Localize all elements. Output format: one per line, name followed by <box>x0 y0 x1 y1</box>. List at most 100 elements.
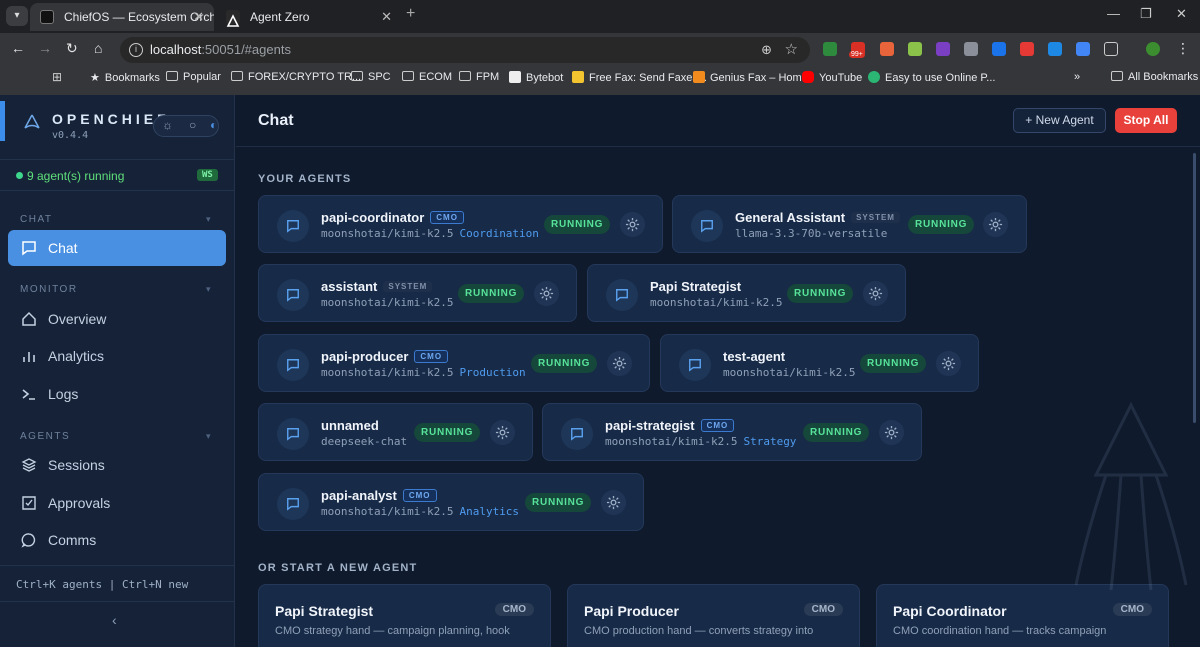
bookmark-bytebot[interactable]: Bytebot <box>509 71 563 84</box>
bookmark-popular[interactable]: Popular <box>166 71 221 83</box>
grid-icon[interactable]: ⊞ <box>52 70 62 84</box>
agent-model: moonshotai/kimi-k2.5 <box>321 505 454 518</box>
tab-agent-zero[interactable]: Agent Zero ✕ <box>216 3 402 31</box>
chat-icon <box>691 210 723 242</box>
agent-name: test-agent <box>723 349 786 364</box>
agent-role: Coordination <box>459 227 539 240</box>
moon-icon[interactable]: ◐ <box>210 118 217 132</box>
minimize-icon[interactable]: — <box>1107 6 1120 21</box>
agent-card[interactable]: papi-producer CMO moonshotai/kimi-k2.5 Pro… <box>258 334 650 392</box>
back-icon[interactable]: ← <box>11 40 25 56</box>
close-tab-icon[interactable]: ✕ <box>381 3 392 31</box>
gear-icon[interactable] <box>879 420 904 445</box>
ws-badge: WS <box>197 169 218 181</box>
gear-icon[interactable] <box>490 420 515 445</box>
agent-card[interactable]: assistant SYSTEM moonshotai/kimi-k2.5 RUN… <box>258 264 577 322</box>
gear-icon[interactable] <box>863 281 888 306</box>
android-extension-icon[interactable] <box>908 42 922 56</box>
theme-toggle[interactable]: ☼ ○ ◐ <box>153 115 219 137</box>
agent-model: moonshotai/kimi-k2.5 <box>321 366 454 379</box>
chevron-down-icon[interactable]: ▾ <box>206 214 211 225</box>
sidebar-item-chat[interactable]: Chat <box>8 230 226 266</box>
your-agents-heading: YOUR AGENTS <box>258 173 352 185</box>
agent-card[interactable]: unnamed deepseek-chat RUNNING <box>258 403 533 461</box>
bookmark-online-pdf[interactable]: Easy to use Online P... <box>868 71 995 84</box>
stop-all-button[interactable]: Stop All <box>1115 108 1177 133</box>
collapse-sidebar-icon[interactable]: ‹ <box>112 612 117 628</box>
agent-card[interactable]: test-agent moonshotai/kimi-k2.5 RUNNING <box>660 334 979 392</box>
bookmark-geniusfax[interactable]: Genius Fax – Home <box>693 71 808 84</box>
folder-icon <box>166 71 178 81</box>
chart-extension-icon[interactable] <box>1048 42 1062 56</box>
maximize-icon[interactable]: ❐ <box>1140 6 1152 22</box>
agent-model-row: moonshotai/kimi-k2.5 <box>650 296 782 309</box>
agent-tag-badge: CMO <box>402 489 437 502</box>
mail-badge: 99+ <box>849 51 865 58</box>
chevron-down-icon[interactable]: ▾ <box>206 431 211 442</box>
tab-title: ChiefOS — Ecosystem Orchestr <box>64 10 214 24</box>
sidebar-item-comms[interactable]: Comms <box>8 522 226 558</box>
sidebar-item-analytics[interactable]: Analytics <box>8 338 226 374</box>
phone-extension-icon[interactable] <box>823 42 837 56</box>
sidebar-item-logs[interactable]: Logs <box>8 376 226 412</box>
gear-icon[interactable] <box>607 351 632 376</box>
c-extension-icon[interactable] <box>1020 42 1034 56</box>
bookmark-forex[interactable]: FOREX/CRYPTO TR... <box>231 71 361 83</box>
agent-model: moonshotai/kimi-k2.5 <box>605 435 738 448</box>
sidebar-item-approvals[interactable]: Approvals <box>8 485 226 521</box>
new-tab-icon[interactable]: + <box>406 5 415 23</box>
bookmark-fpm[interactable]: FPM <box>459 71 499 83</box>
template-card[interactable]: Papi Producer CMO CMO production hand — … <box>567 584 860 647</box>
gear-icon[interactable] <box>620 212 645 237</box>
fox-extension-icon[interactable] <box>880 42 894 56</box>
tab-search-button[interactable]: ▾ <box>6 6 28 26</box>
folder-icon <box>402 71 414 81</box>
gear-icon[interactable] <box>601 490 626 515</box>
zoom-icon[interactable]: ⊕ <box>761 37 772 63</box>
address-bar[interactable]: i localhost:50051/#agents ⊕ ☆ <box>120 37 810 63</box>
agent-card[interactable]: General Assistant SYSTEM llama-3.3-70b-ve… <box>672 195 1027 253</box>
status-badge: RUNNING <box>787 284 854 303</box>
bookmark-all[interactable]: All Bookmarks <box>1111 71 1198 83</box>
fax-icon <box>572 71 584 83</box>
agent-card[interactable]: papi-strategist CMO moonshotai/kimi-k2.5 S… <box>542 403 922 461</box>
chevron-down-icon[interactable]: ▾ <box>206 284 211 295</box>
gear-icon[interactable] <box>534 281 559 306</box>
wave-extension-icon[interactable] <box>936 42 950 56</box>
bookmark-ecom[interactable]: ECOM <box>402 71 452 83</box>
gear-icon[interactable] <box>936 351 961 376</box>
site-info-icon[interactable]: i <box>129 43 143 57</box>
extensions-puzzle-icon[interactable] <box>1104 42 1118 56</box>
bookmark-star-icon[interactable]: ☆ <box>785 37 798 63</box>
circle-icon[interactable]: ○ <box>189 118 196 132</box>
agent-card[interactable]: Papi Strategist moonshotai/kimi-k2.5 RUN… <box>587 264 906 322</box>
reload-icon[interactable]: ↻ <box>66 40 78 57</box>
agent-model-row: llama-3.3-70b-versatile <box>735 227 887 240</box>
sidebar-item-overview[interactable]: Overview <box>8 301 226 337</box>
home-icon[interactable]: ⌂ <box>94 40 102 56</box>
window-close-icon[interactable]: ✕ <box>1176 6 1187 22</box>
template-card[interactable]: Papi Strategist CMO CMO strategy hand — … <box>258 584 551 647</box>
bookmark-youtube[interactable]: YouTube <box>802 71 862 84</box>
bookmark-freefax[interactable]: Free Fax: Send Faxes... <box>572 71 707 84</box>
gear-icon[interactable] <box>983 212 1008 237</box>
folder-icon <box>231 71 243 81</box>
new-agent-button[interactable]: + New Agent <box>1013 108 1106 133</box>
tools-extension-icon[interactable] <box>964 42 978 56</box>
profile-avatar[interactable] <box>1146 42 1160 56</box>
bookmark-spc[interactable]: SPC <box>351 71 391 83</box>
agent-card[interactable]: papi-coordinator CMO moonshotai/kimi-k2.5… <box>258 195 663 253</box>
sidebar-item-sessions[interactable]: Sessions <box>8 447 226 483</box>
close-tab-icon[interactable]: ✕ <box>193 3 204 31</box>
pen-extension-icon[interactable] <box>1076 42 1090 56</box>
shield-extension-icon[interactable] <box>992 42 1006 56</box>
sun-icon[interactable]: ☼ <box>162 118 173 132</box>
tab-chiefos[interactable]: ChiefOS — Ecosystem Orchestr ✕ <box>30 3 214 31</box>
bookmarks-overflow-icon[interactable]: » <box>1074 71 1080 83</box>
agent-card[interactable]: papi-analyst CMO moonshotai/kimi-k2.5 Anal… <box>258 473 644 531</box>
scrollbar[interactable] <box>1193 153 1196 423</box>
forward-icon[interactable]: → <box>38 40 52 56</box>
bar-chart-icon <box>23 352 35 362</box>
bookmark-bookmarks[interactable]: ★ Bookmarks <box>90 71 160 84</box>
menu-dots-icon[interactable]: ⋮ <box>1176 40 1190 57</box>
